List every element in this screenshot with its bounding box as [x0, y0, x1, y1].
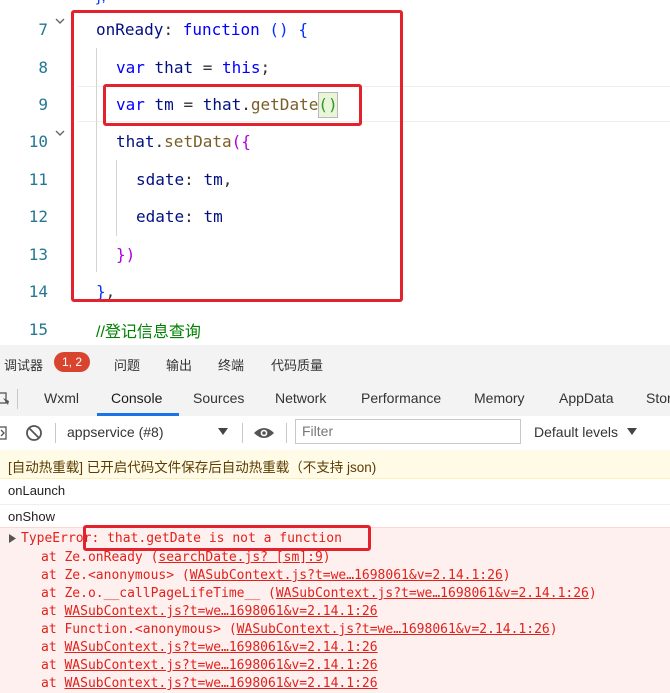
stack-frame: at WASubContext.js?t=we…1698061&v=2.14.1…	[41, 676, 378, 691]
source-link[interactable]: WASubContext.js?t=we…1698061&v=2.14.1:26	[64, 676, 377, 691]
tab-sources[interactable]: Sources	[193, 390, 244, 406]
toolbar-divider	[17, 389, 18, 409]
tab-performance[interactable]: Performance	[361, 390, 441, 406]
annotation-box-error	[83, 525, 371, 551]
stack-frame: at Ze.onReady (searchDate.js? [sm]:9)	[41, 550, 331, 565]
panel-tabbar: 调试器 1, 2 问题 输出 终端 代码质量	[0, 345, 670, 382]
annotation-box-onready	[71, 10, 403, 302]
tab-output[interactable]: 输出	[166, 355, 192, 374]
log-levels-dropdown[interactable]: Default levels	[534, 424, 618, 440]
stack-frame: at Ze.o.__callPageLifeTime__ (WASubConte…	[41, 586, 597, 601]
console-message-hot-reload: [自动热重载] 已开启代码文件保存后自动热重载（不支持 json)	[0, 450, 670, 479]
source-link[interactable]: WASubContext.js?t=we…1698061&v=2.14.1:26	[64, 658, 377, 673]
source-link[interactable]: searchDate.js? [sm]:9	[158, 550, 322, 565]
console-output: [自动热重载] 已开启代码文件保存后自动热重载（不支持 json) onLaun…	[0, 450, 670, 693]
toolbar-divider	[286, 423, 287, 443]
inspect-element-icon[interactable]	[0, 391, 10, 407]
error-count-badge: 1, 2	[54, 352, 91, 372]
context-selector[interactable]: appservice (#8)	[67, 424, 164, 440]
tab-terminal[interactable]: 终端	[218, 355, 244, 374]
toolbar-divider	[242, 423, 243, 443]
sidebar-toggle-icon[interactable]	[0, 425, 10, 441]
code-editor[interactable]: }, 7 8 9 10 11 12 13 14 15 onReady: func…	[0, 0, 670, 345]
code-line-15: //登记信息查询	[96, 324, 201, 341]
code-fragment: },	[96, 0, 106, 6]
stack-frame: at WASubContext.js?t=we…1698061&v=2.14.1…	[41, 658, 378, 673]
clear-console-icon[interactable]	[25, 424, 43, 442]
line-number: 15	[28, 320, 48, 339]
stack-frame: at WASubContext.js?t=we…1698061&v=2.14.1…	[41, 604, 378, 619]
tab-network[interactable]: Network	[275, 390, 326, 406]
tab-issues[interactable]: 问题	[114, 355, 140, 374]
console-error-message: TypeError: that.getDate is not a functio…	[0, 527, 670, 693]
stack-frame: at Function.<anonymous> (WASubContext.js…	[41, 622, 558, 637]
source-link[interactable]: WASubContext.js?t=we…1698061&v=2.14.1:26	[276, 586, 589, 601]
source-link[interactable]: WASubContext.js?t=we…1698061&v=2.14.1:26	[237, 622, 550, 637]
source-link[interactable]: WASubContext.js?t=we…1698061&v=2.14.1:26	[190, 568, 503, 583]
dropdown-arrow-icon[interactable]	[627, 428, 637, 436]
console-toolbar: appservice (#8) Filter Default levels	[0, 416, 670, 451]
tab-appdata[interactable]: AppData	[559, 390, 613, 406]
fold-chevron-icon[interactable]	[54, 127, 66, 139]
expand-triangle-icon[interactable]	[9, 534, 16, 543]
annotation-box-getdate	[103, 84, 362, 126]
filter-input[interactable]: Filter	[295, 419, 521, 444]
line-number: 7	[38, 20, 48, 39]
line-number: 13	[28, 245, 48, 264]
tab-console[interactable]: Console	[111, 390, 162, 406]
tab-memory[interactable]: Memory	[474, 390, 525, 406]
toolbar-divider	[55, 423, 56, 443]
dropdown-arrow-icon[interactable]	[218, 428, 228, 436]
source-link[interactable]: WASubContext.js?t=we…1698061&v=2.14.1:26	[64, 640, 377, 655]
line-number: 9	[38, 95, 48, 114]
line-number: 10	[28, 132, 48, 151]
tab-wxml[interactable]: Wxml	[44, 390, 79, 406]
tab-debugger[interactable]: 调试器	[4, 355, 43, 374]
stack-frame: at Ze.<anonymous> (WASubContext.js?t=we……	[41, 568, 511, 583]
source-link[interactable]: WASubContext.js?t=we…1698061&v=2.14.1:26	[64, 604, 377, 619]
line-number: 11	[28, 170, 48, 189]
fold-chevron-icon[interactable]	[54, 15, 66, 27]
line-number: 8	[38, 58, 48, 77]
console-message: onLaunch	[0, 478, 670, 505]
devtools-tabbar: Wxml Console Sources Network Performance…	[0, 381, 670, 417]
stack-frame: at WASubContext.js?t=we…1698061&v=2.14.1…	[41, 640, 378, 655]
tab-storage[interactable]: Stor	[646, 390, 670, 406]
eye-icon[interactable]	[253, 425, 275, 441]
line-number: 14	[28, 282, 48, 301]
tab-code-quality[interactable]: 代码质量	[271, 355, 323, 374]
line-number: 12	[28, 207, 48, 226]
